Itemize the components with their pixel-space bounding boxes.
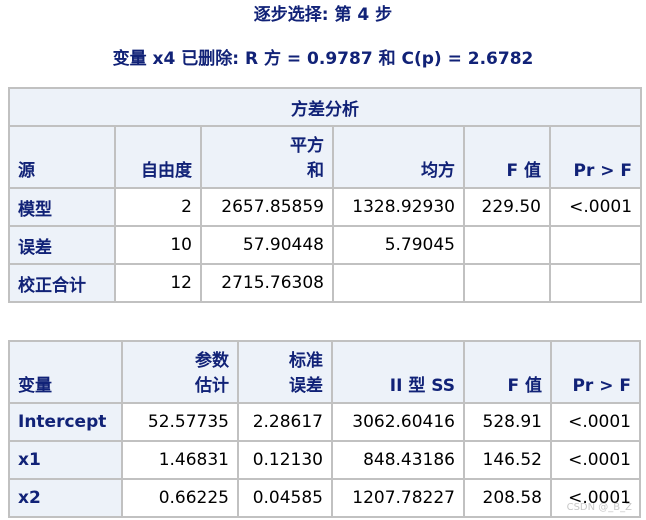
col-header-ms: 均方 xyxy=(332,125,465,189)
type2-ss-cell: 1207.78227 xyxy=(331,478,465,518)
removed-variable-title: 变量 x4 已删除: R 方 = 0.9787 和 C(p) = 2.6782 xyxy=(112,49,534,69)
ss-cell: 2657.85859 xyxy=(200,187,334,227)
estimate-cell: 1.46831 xyxy=(121,440,239,480)
col-header-std-error-line2: 误差 xyxy=(289,376,323,396)
col-header-variable: 变量 xyxy=(8,340,123,404)
anova-table: 方差分析 源 自由度 平方 和 均方 F 值 Pr > F 模型 2 2657.… xyxy=(7,87,643,303)
ms-cell: 5.79045 xyxy=(332,225,465,265)
row-header: x1 xyxy=(8,440,123,480)
col-header-source: 源 xyxy=(8,125,116,189)
step-title: 逐步选择: 第 4 步 xyxy=(253,5,393,25)
col-header-df: 自由度 xyxy=(114,125,202,189)
col-header-p: Pr > F xyxy=(548,125,643,189)
f-cell: 528.91 xyxy=(463,402,552,442)
type2-ss-cell: 848.43186 xyxy=(331,440,465,480)
std-error-cell: 0.04585 xyxy=(237,478,333,518)
f-cell xyxy=(463,263,551,303)
col-header-p: Pr > F xyxy=(550,340,641,404)
p-cell: <.0001 xyxy=(550,440,641,480)
ms-cell xyxy=(332,263,465,303)
col-header-estimate-line2: 估计 xyxy=(195,376,229,396)
row-header: Intercept xyxy=(8,402,123,442)
type2-ss-cell: 3062.60416 xyxy=(331,402,465,442)
ss-cell: 57.90448 xyxy=(200,225,334,265)
col-header-type2-ss: II 型 SS xyxy=(331,340,465,404)
col-header-ss: 平方 和 xyxy=(200,125,334,189)
table-row: 校正合计 12 2715.76308 xyxy=(8,263,643,303)
parameter-estimates-table: 变量 参数 估计 标准 误差 II 型 SS F 值 Pr > F Interc… xyxy=(8,340,641,518)
df-cell: 10 xyxy=(114,225,202,265)
f-cell: 229.50 xyxy=(463,187,551,227)
ss-cell: 2715.76308 xyxy=(200,263,334,303)
col-header-f: F 值 xyxy=(463,125,551,189)
f-cell: 146.52 xyxy=(463,440,552,480)
col-header-estimate-line1: 参数 xyxy=(195,351,229,371)
table-row: 模型 2 2657.85859 1328.92930 229.50 <.0001 xyxy=(8,187,643,227)
col-header-estimate: 参数 估计 xyxy=(121,340,239,404)
std-error-cell: 0.12130 xyxy=(237,440,333,480)
f-cell xyxy=(463,225,551,265)
watermark-text: CSDN @_B_Z xyxy=(566,502,632,513)
p-cell xyxy=(548,225,643,265)
ms-cell: 1328.92930 xyxy=(332,187,465,227)
estimate-cell: 0.66225 xyxy=(121,478,239,518)
row-header: 模型 xyxy=(8,187,116,227)
df-cell: 12 xyxy=(114,263,202,303)
p-cell: <.0001 xyxy=(548,187,643,227)
col-header-ss-line1: 平方 xyxy=(290,136,324,156)
row-header: 校正合计 xyxy=(8,263,116,303)
table-row: x1 1.46831 0.12130 848.43186 146.52 <.00… xyxy=(8,440,641,480)
std-error-cell: 2.28617 xyxy=(237,402,333,442)
col-header-std-error-line1: 标准 xyxy=(289,351,323,371)
f-cell: 208.58 xyxy=(463,478,552,518)
table-row: Intercept 52.57735 2.28617 3062.60416 52… xyxy=(8,402,641,442)
col-header-f: F 值 xyxy=(463,340,552,404)
df-cell: 2 xyxy=(114,187,202,227)
col-header-std-error: 标准 误差 xyxy=(237,340,333,404)
col-header-ss-line2: 和 xyxy=(307,161,324,181)
anova-caption: 方差分析 xyxy=(7,87,643,127)
estimate-cell: 52.57735 xyxy=(121,402,239,442)
p-cell: <.0001 xyxy=(550,402,641,442)
table-row: x2 0.66225 0.04585 1207.78227 208.58 <.0… xyxy=(8,478,641,518)
row-header: x2 xyxy=(8,478,123,518)
table-row: 误差 10 57.90448 5.79045 xyxy=(8,225,643,265)
p-cell xyxy=(548,263,643,303)
row-header: 误差 xyxy=(8,225,116,265)
